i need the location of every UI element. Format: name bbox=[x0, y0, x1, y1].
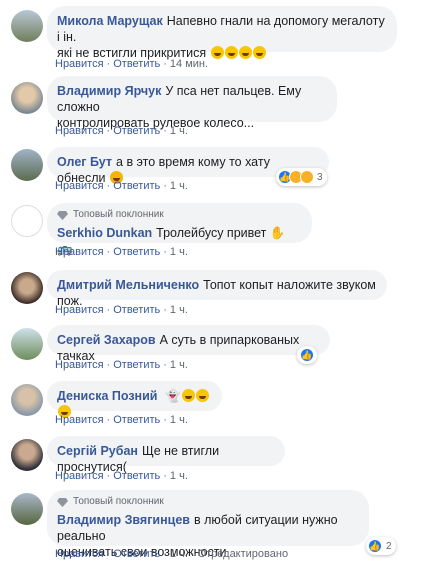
comment-actions: Нравится · Ответить · 1 ч. bbox=[55, 180, 188, 192]
badge-label: Топовый поклонник bbox=[73, 496, 164, 507]
laughing-emoji-icon bbox=[210, 46, 224, 59]
avatar[interactable] bbox=[11, 272, 43, 304]
comment-bubble: Микола Марущак Напевно гнали на допомогу … bbox=[47, 6, 397, 60]
reply-link[interactable]: Ответить bbox=[113, 125, 160, 137]
comment-actions: Нравится · Ответить · 1 ч. bbox=[55, 125, 188, 137]
laughing-emoji-icon bbox=[195, 389, 209, 402]
laughing-emoji-icon bbox=[252, 46, 266, 59]
diamond-icon bbox=[57, 497, 68, 507]
comment-time[interactable]: 14 мин. bbox=[170, 58, 208, 70]
reply-link[interactable]: Ответить bbox=[113, 58, 160, 70]
ghost-emoji-icon: 👻 bbox=[164, 389, 181, 403]
reply-link[interactable]: Ответить bbox=[113, 548, 160, 560]
avatar[interactable] bbox=[11, 149, 43, 181]
like-link[interactable]: Нравится bbox=[55, 125, 104, 137]
comment-actions: Нравится · Ответить · 1 ч. · Отредактировано bbox=[55, 548, 289, 560]
avatar[interactable] bbox=[11, 384, 43, 416]
comment-time[interactable]: 1 ч. bbox=[170, 180, 188, 192]
comment-author[interactable]: Микола Марущак bbox=[57, 14, 163, 28]
comment-bubble: Дениска Позний 👻 bbox=[47, 381, 222, 418]
badge-label: Топовый поклонник bbox=[73, 209, 164, 220]
comment-time[interactable]: 1 ч. bbox=[170, 470, 188, 482]
comment-author[interactable]: Владимир Ярчук bbox=[57, 84, 161, 98]
comment-actions: Нравится · Ответить · 1 ч. bbox=[55, 470, 188, 482]
comment-actions: Нравится · Ответить · 14 мин. bbox=[55, 58, 209, 70]
avatar[interactable] bbox=[11, 493, 43, 525]
comment-bubble: Владимир Ярчук У пса нет пальцев. Ему сло… bbox=[47, 76, 337, 130]
avatar[interactable] bbox=[11, 205, 43, 237]
sad-reaction-icon bbox=[300, 170, 314, 184]
avatar[interactable] bbox=[11, 10, 43, 42]
laughing-emoji-icon bbox=[224, 46, 238, 59]
comment-author[interactable]: Владимир Звягинцев bbox=[57, 513, 190, 527]
diamond-icon bbox=[57, 210, 68, 220]
comment-author[interactable]: Сергей Захаров bbox=[57, 333, 156, 347]
comment-time[interactable]: 1 ч. bbox=[170, 125, 188, 137]
comment-time[interactable]: 1 ч. bbox=[170, 359, 188, 371]
edited-label: Отредактировано bbox=[197, 548, 289, 560]
comment-actions: Нравится · Ответить · 1 ч. bbox=[55, 359, 188, 371]
comment-bubble: Сергій Рубан Ще не втигли проснутися( bbox=[47, 436, 285, 474]
like-link[interactable]: Нравится bbox=[55, 180, 104, 192]
laughing-emoji-icon bbox=[238, 46, 252, 59]
comment-bubble: Сергей Захаров А суть в припаркованых тач… bbox=[47, 325, 330, 363]
avatar[interactable] bbox=[11, 82, 43, 114]
top-fan-badge: Топовый поклонник bbox=[57, 207, 302, 223]
reply-link[interactable]: Ответить bbox=[113, 359, 160, 371]
comment-time[interactable]: 1 ч. bbox=[170, 304, 188, 316]
like-link[interactable]: Нравится bbox=[55, 470, 104, 482]
reactions-summary[interactable]: 👍 3 bbox=[276, 168, 327, 186]
reaction-count: 3 bbox=[317, 171, 323, 183]
comment-bubble: Топовый поклонник Serkhio Dunkan Тролейбу… bbox=[47, 203, 312, 256]
avatar[interactable] bbox=[11, 328, 43, 360]
reactions-summary[interactable]: 👍 2 bbox=[366, 537, 396, 555]
comment-actions: Нравится · Ответить · 1 ч. bbox=[55, 414, 188, 426]
reply-link[interactable]: Ответить bbox=[113, 470, 160, 482]
comment-author[interactable]: Дмитрий Мельниченко bbox=[57, 278, 199, 292]
like-link[interactable]: Нравится bbox=[55, 414, 104, 426]
like-reaction-icon: 👍 bbox=[368, 539, 382, 553]
comment-time[interactable]: 1 ч. bbox=[170, 246, 188, 258]
comment-actions: Нравится · Ответить · 1 ч. bbox=[55, 304, 188, 316]
reactions-summary[interactable]: 👍 bbox=[297, 346, 317, 364]
comment-author[interactable]: Дениска Позний bbox=[57, 389, 157, 403]
comment-text: Тролейбусу привет bbox=[156, 226, 267, 240]
like-link[interactable]: Нравится bbox=[55, 246, 104, 258]
like-reaction-icon: 👍 bbox=[300, 348, 314, 362]
comment-bubble: Топовый поклонник Владимир Звягинцев в лю… bbox=[47, 490, 369, 559]
reply-link[interactable]: Ответить bbox=[113, 180, 160, 192]
comment-author[interactable]: Олег Бут bbox=[57, 155, 112, 169]
avatar[interactable] bbox=[11, 439, 43, 471]
laughing-emoji-icon bbox=[181, 389, 195, 402]
reply-link[interactable]: Ответить bbox=[113, 304, 160, 316]
comment-actions: Нравится · Ответить · 1 ч. bbox=[55, 246, 188, 258]
top-fan-badge: Топовый поклонник bbox=[57, 494, 359, 510]
like-link[interactable]: Нравится bbox=[55, 304, 104, 316]
like-link[interactable]: Нравится bbox=[55, 359, 104, 371]
reaction-count: 2 bbox=[386, 540, 392, 552]
like-link[interactable]: Нравится bbox=[55, 58, 104, 70]
waving-hand-icon: ✋ bbox=[269, 226, 286, 240]
comment-author[interactable]: Сергій Рубан bbox=[57, 444, 138, 458]
like-link[interactable]: Нравится bbox=[55, 548, 104, 560]
reply-link[interactable]: Ответить bbox=[113, 246, 160, 258]
reply-link[interactable]: Ответить bbox=[113, 414, 160, 426]
comment-time[interactable]: 1 ч. bbox=[170, 548, 188, 560]
comment-bubble: Дмитрий Мельниченко Топот копыт наложите … bbox=[47, 270, 387, 308]
comment-author[interactable]: Serkhio Dunkan bbox=[57, 226, 152, 240]
comment-time[interactable]: 1 ч. bbox=[170, 414, 188, 426]
